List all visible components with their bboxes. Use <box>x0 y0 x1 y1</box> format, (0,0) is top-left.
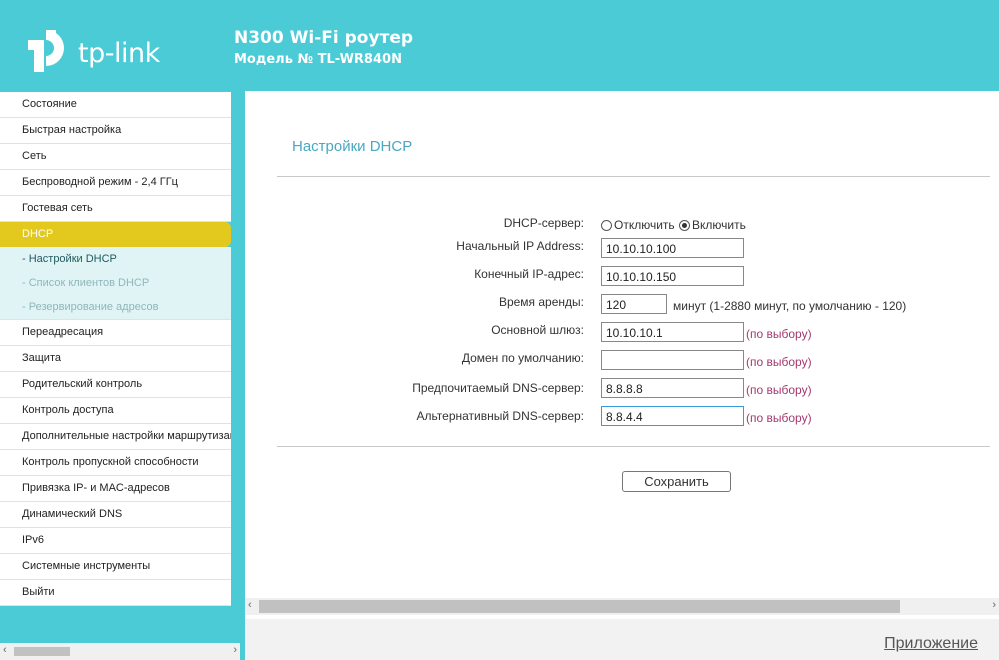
lease-time-label: Время аренды: <box>498 295 584 309</box>
sidebar-item-bandwidth-control[interactable]: Контроль пропускной способности <box>0 450 231 476</box>
gateway-optional-hint: (по выбору) <box>746 327 812 341</box>
sidebar-item-quick-setup[interactable]: Быстрая настройка <box>0 118 231 144</box>
dns1-label: Предпочитаемый DNS-сервер: <box>412 381 584 395</box>
radio-checked-icon <box>679 219 690 231</box>
main-content: Настройки DHCP DHCP-сервер: Отключить Вк… <box>240 91 999 660</box>
dns2-optional-hint: (по выбору) <box>746 411 812 425</box>
end-ip-input[interactable]: 10.10.10.150 <box>601 266 744 286</box>
dhcp-server-label: DHCP-сервер: <box>503 216 584 230</box>
dhcp-on-radio[interactable]: Включить <box>679 218 746 232</box>
radio-off-label: Отключить <box>614 218 675 232</box>
app-link[interactable]: Приложение <box>884 635 978 653</box>
sidebar-item-ip-mac-binding[interactable]: Привязка IP- и MAC-адресов <box>0 476 231 502</box>
domain-label: Домен по умолчанию: <box>461 351 584 365</box>
domain-optional-hint: (по выбору) <box>746 355 812 369</box>
scrollbar-thumb[interactable] <box>14 647 70 656</box>
sidebar-menu: Состояние Быстрая настройка Сеть Беспров… <box>0 92 231 606</box>
start-ip-label: Начальный IP Address: <box>456 239 584 253</box>
sidebar-subitem-address-reservation[interactable]: - Резервирование адресов <box>0 295 231 320</box>
sidebar-item-forwarding[interactable]: Переадресация <box>0 320 231 346</box>
lease-time-input[interactable]: 120 <box>601 294 667 314</box>
end-ip-label: Конечный IP-адрес: <box>474 267 584 281</box>
sidebar-item-status[interactable]: Состояние <box>0 92 231 118</box>
scroll-left-icon[interactable]: ‹ <box>3 644 7 656</box>
sidebar-item-dynamic-dns[interactable]: Динамический DNS <box>0 502 231 528</box>
sidebar-horizontal-scrollbar[interactable]: ‹ › <box>0 643 240 660</box>
sidebar-subitem-dhcp-settings[interactable]: - Настройки DHCP <box>0 247 231 271</box>
content-divider <box>240 91 245 660</box>
router-model: Модель № TL-WR840N <box>234 52 402 67</box>
dns2-input[interactable]: 8.8.4.4 <box>601 406 744 426</box>
scroll-right-icon[interactable]: › <box>233 644 237 656</box>
domain-input[interactable] <box>601 350 744 370</box>
gateway-input[interactable]: 10.10.10.1 <box>601 322 744 342</box>
router-title: N300 Wi-Fi роутер <box>234 28 414 48</box>
divider <box>277 176 990 177</box>
scroll-left-icon[interactable]: ‹ <box>248 599 252 611</box>
footer: Приложение <box>245 619 999 660</box>
sidebar-subitem-dhcp-clients[interactable]: - Список клиентов DHCP <box>0 271 231 295</box>
sidebar-item-security[interactable]: Защита <box>0 346 231 372</box>
brand-name: tp-link <box>78 38 160 69</box>
sidebar-item-system-tools[interactable]: Системные инструменты <box>0 554 231 580</box>
dhcp-off-radio[interactable]: Отключить <box>601 218 675 232</box>
gateway-label: Основной шлюз: <box>491 323 584 337</box>
dns2-label: Альтернативный DNS-сервер: <box>416 409 584 423</box>
sidebar-item-advanced-routing[interactable]: Дополнительные настройки маршрутизации <box>0 424 231 450</box>
sidebar-item-wireless[interactable]: Беспроводной режим - 2,4 ГГц <box>0 170 231 196</box>
content-horizontal-scrollbar[interactable]: ‹ › <box>245 598 999 615</box>
scroll-right-icon[interactable]: › <box>992 599 996 611</box>
header: tp-link N300 Wi-Fi роутер Модель № TL-WR… <box>0 0 999 91</box>
sidebar: Состояние Быстрая настройка Сеть Беспров… <box>0 91 240 660</box>
sidebar-item-ipv6[interactable]: IPv6 <box>0 528 231 554</box>
sidebar-item-network[interactable]: Сеть <box>0 144 231 170</box>
sidebar-item-guest-network[interactable]: Гостевая сеть <box>0 196 231 222</box>
sidebar-item-dhcp[interactable]: DHCP <box>0 222 231 247</box>
start-ip-input[interactable]: 10.10.10.100 <box>601 238 744 258</box>
divider <box>277 446 990 447</box>
sidebar-item-logout[interactable]: Выйти <box>0 580 231 606</box>
sidebar-item-access-control[interactable]: Контроль доступа <box>0 398 231 424</box>
scrollbar-thumb[interactable] <box>259 600 900 613</box>
save-button[interactable]: Сохранить <box>622 471 731 492</box>
lease-time-note: минут (1-2880 минут, по умолчанию - 120) <box>673 299 907 313</box>
dns1-optional-hint: (по выбору) <box>746 383 812 397</box>
dns1-input[interactable]: 8.8.8.8 <box>601 378 744 398</box>
radio-icon <box>601 219 612 231</box>
radio-on-label: Включить <box>692 218 746 232</box>
sidebar-item-parental-control[interactable]: Родительский контроль <box>0 372 231 398</box>
page-title: Настройки DHCP <box>292 138 413 155</box>
